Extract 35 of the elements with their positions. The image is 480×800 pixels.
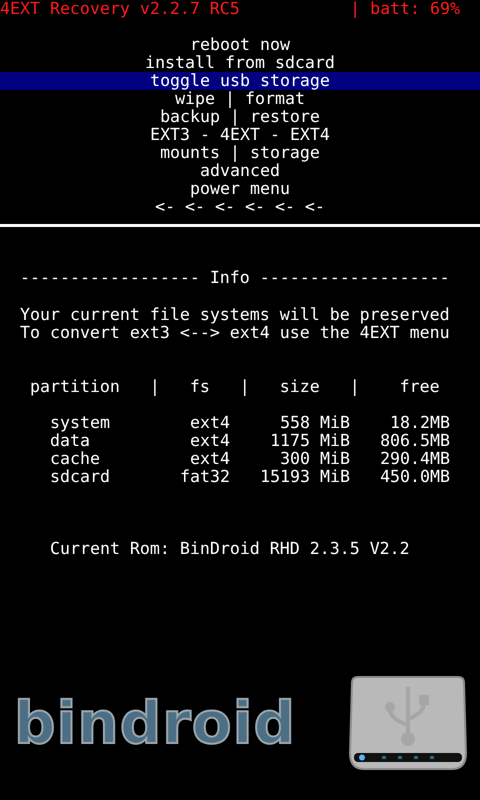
table-cell-text: sdcard bbox=[50, 468, 111, 486]
table-header: partition | fs | size | free bbox=[30, 377, 440, 396]
logo: bindroid bbox=[14, 691, 296, 755]
table-cell-text: ext4 bbox=[189, 450, 230, 468]
table-cell-text: data bbox=[50, 432, 90, 450]
recovery-title: 4EXT Recovery v2.2.7 RC5 bbox=[0, 0, 240, 18]
battery-status: | batt: 69% bbox=[350, 0, 460, 18]
menu-item[interactable]: toggle usb storage bbox=[0, 72, 480, 90]
table-cell-text: cache bbox=[50, 450, 101, 468]
menu-item[interactable]: <- <- <- <- <- <- bbox=[0, 198, 480, 216]
table-cell-text: ext4 bbox=[189, 432, 230, 450]
usb-drive-icon bbox=[348, 673, 468, 773]
current-rom: Current Rom: BinDroid RHD 2.3.5 V2.2 bbox=[50, 539, 410, 558]
table-cell-text: 290.4MB bbox=[379, 450, 450, 468]
table-cell-text: 558 MiB bbox=[279, 414, 350, 432]
menu-item[interactable]: wipe | format bbox=[0, 90, 480, 108]
table-cell-text: 1175 MiB bbox=[269, 432, 350, 450]
info-text: Your current file systems will be preserved bbox=[20, 306, 451, 324]
table-cell-text: system bbox=[50, 414, 111, 432]
menu-item[interactable]: power menu bbox=[0, 180, 480, 198]
menu-item[interactable]: backup | restore bbox=[0, 108, 480, 126]
menu-item[interactable]: EXT3 - 4EXT - EXT4 bbox=[0, 126, 480, 144]
menu-item[interactable]: reboot now bbox=[0, 36, 480, 54]
table-cell-text: ext4 bbox=[189, 414, 230, 432]
table-cell-text: 806.5MB bbox=[379, 432, 450, 450]
menu-item[interactable]: advanced bbox=[0, 162, 480, 180]
menu-item[interactable]: install from sdcard bbox=[0, 54, 480, 72]
table-cell-text: 18.2MB bbox=[389, 414, 450, 432]
menu-item[interactable]: mounts | storage bbox=[0, 144, 480, 162]
table-cell-text: 300 MiB bbox=[279, 450, 350, 468]
info-heading: ------------------ Info ------------------- bbox=[20, 269, 451, 287]
table-cell-text: fat32 bbox=[179, 468, 230, 486]
table-cell-text: 450.0MB bbox=[379, 468, 450, 486]
info-text: To convert ext3 <--> ext4 use the 4EXT menu bbox=[20, 324, 451, 342]
table-cell-text: 15193 MiB bbox=[259, 468, 350, 486]
